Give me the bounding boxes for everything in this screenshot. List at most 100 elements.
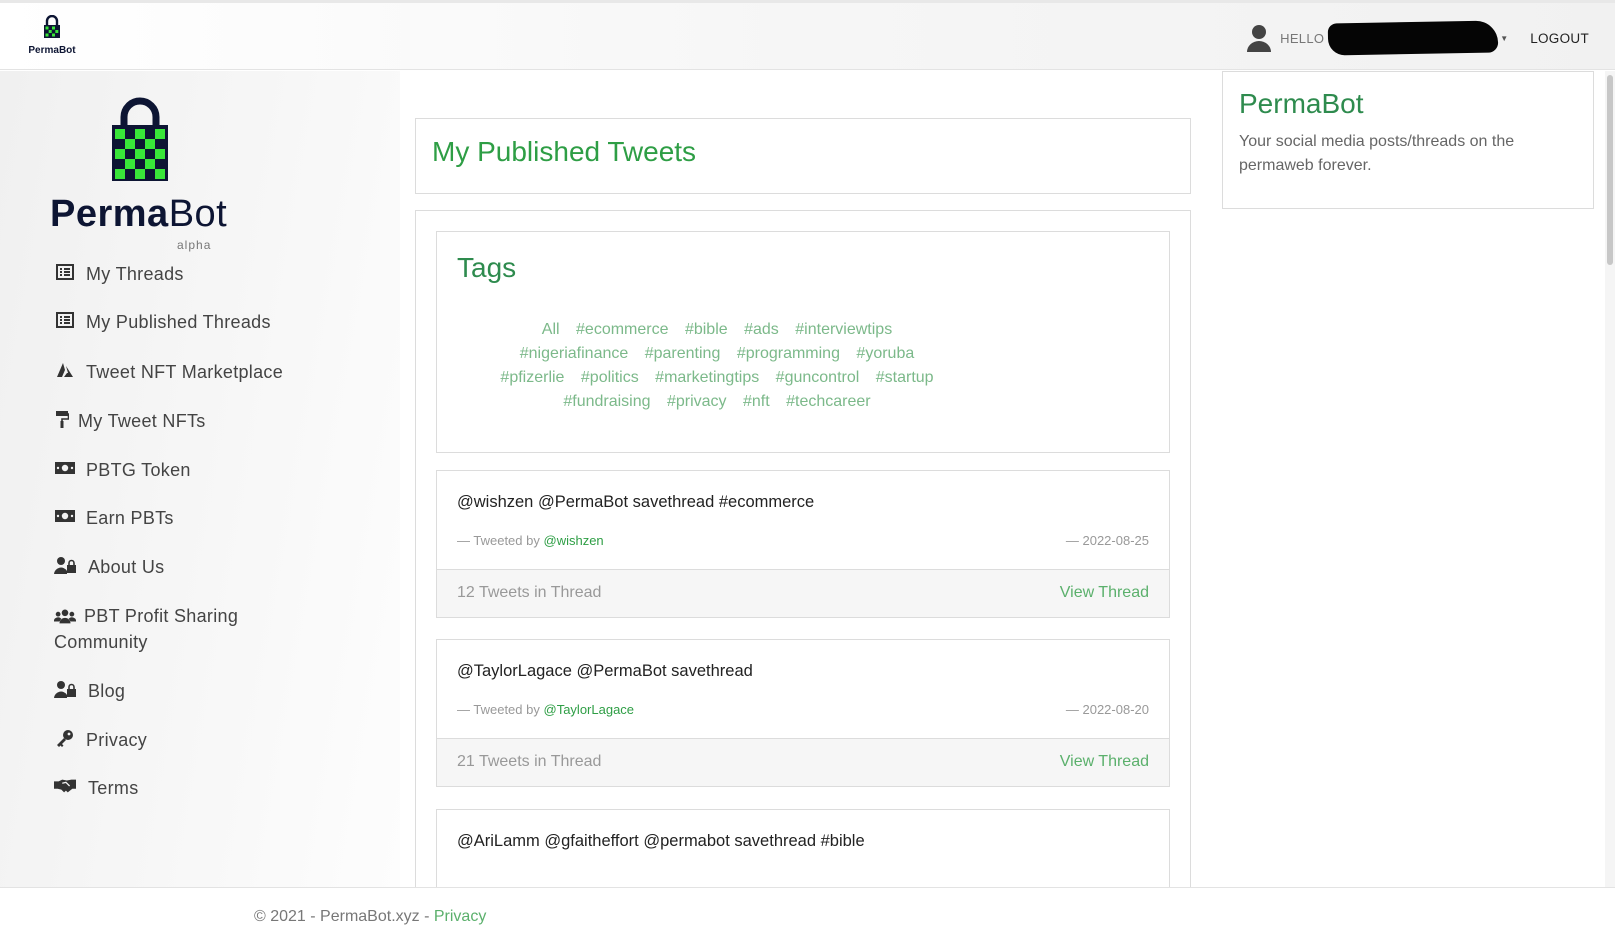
sidebar-item-label: Terms xyxy=(88,778,139,798)
footer-text: © 2021 - PermaBot.xyz - Privacy xyxy=(254,908,487,925)
thread-card: @TaylorLagace @PermaBot savethread — Twe… xyxy=(436,639,1170,787)
brand-name: PermaBot xyxy=(50,193,228,235)
marketplace-icon xyxy=(54,360,76,380)
lock-logo-icon xyxy=(112,97,168,181)
thread-text: @wishzen @PermaBot savethread #ecommerce xyxy=(457,493,815,511)
sidebar-item-label: My Published Threads xyxy=(86,312,271,332)
tag-link[interactable]: #fundraising xyxy=(563,390,650,414)
tag-link[interactable]: #programming xyxy=(737,342,840,366)
sidebar-item-terms[interactable]: Terms xyxy=(54,775,139,801)
list-icon xyxy=(54,262,76,282)
thread-card: @wishzen @PermaBot savethread #ecommerce… xyxy=(436,470,1170,618)
tag-link[interactable]: #politics xyxy=(581,366,639,390)
handshake-icon xyxy=(54,776,76,796)
info-title: PermaBot xyxy=(1239,88,1364,119)
page-scrollbar[interactable] xyxy=(1605,71,1615,887)
footer-privacy-link[interactable]: Privacy xyxy=(434,908,486,925)
threads-container: Tags All #ecommerce #bible #ads #intervi… xyxy=(415,210,1191,887)
tag-link[interactable]: #parenting xyxy=(645,342,721,366)
scrollbar-thumb[interactable] xyxy=(1607,75,1613,265)
tag-link[interactable]: #bible xyxy=(685,318,728,342)
redacted-username xyxy=(1327,20,1499,56)
tag-link[interactable]: #interviewtips xyxy=(795,318,892,342)
view-thread-link[interactable]: View Thread xyxy=(1060,584,1149,602)
sidebar-item-label: About Us xyxy=(88,557,165,577)
sidebar-item-label: Privacy xyxy=(86,730,148,750)
paint-roller-icon xyxy=(54,409,70,429)
sidebar-item-label: Blog xyxy=(88,681,126,701)
tweet-count: 21 Tweets in Thread xyxy=(457,753,602,770)
money-icon xyxy=(54,458,76,478)
user-lock-icon xyxy=(54,679,76,699)
sidebar-item-my-tweet-nfts[interactable]: My Tweet NFTs xyxy=(54,408,206,434)
sidebar-item-my-threads[interactable]: My Threads xyxy=(54,261,184,287)
sidebar-item-tweet-nft-marketplace[interactable]: Tweet NFT Marketplace xyxy=(54,359,283,385)
thread-text: @TaylorLagace @PermaBot savethread xyxy=(457,662,753,680)
thread-byline: — Tweeted by @TaylorLagace xyxy=(457,702,635,717)
thread-footer: 21 Tweets in Thread View Thread xyxy=(437,738,1169,786)
page-title-card: My Published Tweets xyxy=(415,118,1191,194)
author-link[interactable]: @TaylorLagace xyxy=(544,702,635,717)
hello-label: HELLO xyxy=(1280,30,1325,46)
thread-byline: — Tweeted by @wishzen xyxy=(457,533,604,548)
chevron-down-icon[interactable]: ▼ xyxy=(1500,34,1508,43)
info-text: Your social media posts/threads on the p… xyxy=(1239,133,1515,174)
nav-logo[interactable]: PermaBot xyxy=(26,14,78,56)
thread-body: @TaylorLagace @PermaBot savethread — Twe… xyxy=(437,640,1169,738)
tag-link[interactable]: All xyxy=(542,318,560,342)
sidebar-item-blog[interactable]: Blog xyxy=(54,678,125,704)
sidebar-item-label: Earn PBTs xyxy=(86,508,174,528)
main-content: My Published Tweets Tags All #ecommerce … xyxy=(400,71,1200,887)
sidebar-item-label: My Threads xyxy=(86,264,184,284)
sidebar-item-label: My Tweet NFTs xyxy=(78,411,206,431)
sidebar-item-label: Tweet NFT Marketplace xyxy=(86,362,284,382)
sidebar-item-about-us[interactable]: About Us xyxy=(54,554,164,580)
top-navbar: PermaBot HELLO ▼ LOGOUT xyxy=(0,0,1615,70)
tag-link[interactable]: #marketingtips xyxy=(655,366,759,390)
thread-date: — 2022-08-20 xyxy=(1065,702,1149,717)
page-title: My Published Tweets xyxy=(432,136,697,167)
tags-title: Tags xyxy=(457,252,517,283)
sidebar-item-earn-pbts[interactable]: Earn PBTs xyxy=(54,505,174,531)
sidebar-item-pbt-profit-sharing-community[interactable]: PBT Profit Sharing Community xyxy=(54,603,304,655)
sidebar-item-pbtg-token[interactable]: PBTG Token xyxy=(54,457,191,483)
sidebar-item-label: PBTG Token xyxy=(86,460,191,480)
tag-link[interactable]: #startup xyxy=(876,366,934,390)
tag-link[interactable]: #ads xyxy=(744,318,779,342)
tags-card: Tags All #ecommerce #bible #ads #intervi… xyxy=(436,231,1170,453)
tag-link[interactable]: #guncontrol xyxy=(776,366,860,390)
user-icon xyxy=(1247,25,1272,52)
thread-footer: 12 Tweets in Thread View Thread xyxy=(437,569,1169,617)
tag-link[interactable]: #nft xyxy=(743,390,770,414)
users-icon xyxy=(54,606,76,626)
tweet-count: 12 Tweets in Thread xyxy=(457,584,602,601)
lock-logo-icon xyxy=(44,14,60,38)
thread-text: @AriLamm @gfaitheffort @permabot savethr… xyxy=(457,832,865,850)
brand-tag: alpha xyxy=(177,238,212,252)
nav-logo-text: PermaBot xyxy=(28,45,76,56)
list-icon xyxy=(54,310,76,330)
tag-link[interactable]: #techcareer xyxy=(786,390,871,414)
tag-link[interactable]: #nigeriafinance xyxy=(520,342,629,366)
tag-link[interactable]: #ecommerce xyxy=(576,318,668,342)
page-footer: © 2021 - PermaBot.xyz - Privacy xyxy=(0,887,1615,946)
sidebar-item-privacy[interactable]: Privacy xyxy=(54,727,147,753)
key-icon xyxy=(54,728,76,748)
tag-link[interactable]: #pfizerlie xyxy=(500,366,564,390)
sidebar-item-label: PBT Profit Sharing Community xyxy=(54,606,239,652)
tag-cloud: All #ecommerce #bible #ads #interviewtip… xyxy=(477,318,957,414)
thread-card: @AriLamm @gfaitheffort @permabot savethr… xyxy=(436,809,1170,887)
thread-body: @wishzen @PermaBot savethread #ecommerce… xyxy=(437,471,1169,569)
view-thread-link[interactable]: View Thread xyxy=(1060,753,1149,771)
logout-link[interactable]: LOGOUT xyxy=(1530,31,1589,46)
tag-link[interactable]: #privacy xyxy=(667,390,727,414)
user-lock-icon xyxy=(54,555,76,575)
author-link[interactable]: @wishzen xyxy=(544,533,604,548)
money-icon xyxy=(54,506,76,526)
thread-date: — 2022-08-25 xyxy=(1065,533,1149,548)
tag-link[interactable]: #yoruba xyxy=(856,342,914,366)
sidebar-item-my-published-threads[interactable]: My Published Threads xyxy=(54,309,271,335)
user-menu[interactable]: HELLO ▼ LOGOUT xyxy=(1246,20,1589,56)
sidebar: PermaBot alpha My Threads My Published T… xyxy=(0,71,400,887)
thread-body: @AriLamm @gfaitheffort @permabot savethr… xyxy=(437,810,1169,887)
